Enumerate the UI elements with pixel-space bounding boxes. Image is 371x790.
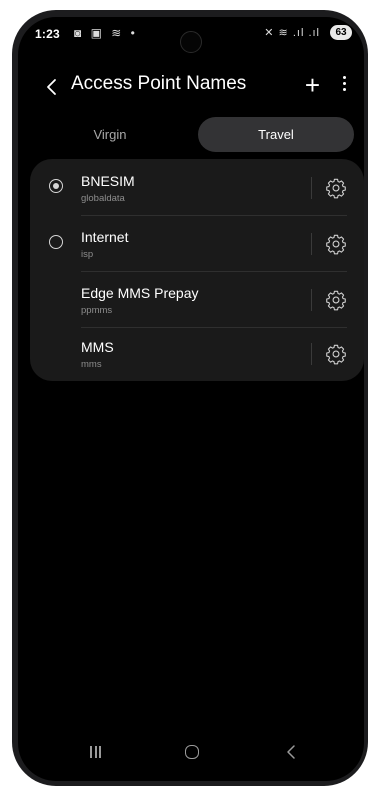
apn-name: MMS	[81, 339, 114, 355]
apn-name: BNESIM	[81, 173, 135, 189]
divider	[311, 233, 312, 255]
apn-value: ppmms	[81, 305, 113, 316]
tab-virgin[interactable]: Virgin	[32, 117, 188, 152]
more-options-icon[interactable]	[340, 73, 348, 97]
front-camera	[180, 31, 202, 53]
home-icon[interactable]	[185, 745, 199, 759]
system-nav-bar	[18, 731, 364, 781]
settings-gear-icon[interactable]	[325, 343, 347, 365]
settings-gear-icon[interactable]	[325, 177, 347, 199]
apn-row-bnesim[interactable]: BNESIM globaldata	[30, 161, 364, 215]
sim-tabs: Virgin Travel	[32, 117, 354, 153]
nav-back-icon[interactable]	[284, 743, 298, 761]
apn-row-edge-mms-prepay[interactable]: Edge MMS Prepay ppmms	[30, 273, 364, 327]
app-bar: Access Point Names +	[18, 67, 364, 107]
divider	[311, 289, 312, 311]
row-divider	[81, 215, 347, 216]
screen: 1:23 ◙ ▣ ≋ • ✕ ≋ .ıl .ıl 63 Access Point…	[18, 17, 364, 781]
apn-value: isp	[81, 249, 94, 260]
row-divider	[81, 271, 347, 272]
battery-icon: 63	[330, 25, 352, 40]
recent-apps-icon[interactable]	[90, 745, 104, 759]
signal-icons: ✕ ≋ .ıl .ıl	[264, 27, 320, 39]
notification-icons: ◙ ▣ ≋ •	[74, 26, 138, 40]
radio-unselected-icon[interactable]	[49, 235, 63, 249]
apn-row-mms[interactable]: MMS mms	[30, 327, 364, 381]
divider	[311, 343, 312, 365]
apn-list: BNESIM globaldata Internet isp Edge MMS …	[30, 159, 364, 381]
radio-selected-icon[interactable]	[49, 179, 63, 193]
apn-name: Edge MMS Prepay	[81, 285, 199, 301]
apn-row-internet[interactable]: Internet isp	[30, 217, 364, 271]
page-title: Access Point Names	[71, 73, 247, 94]
divider	[311, 177, 312, 199]
apn-value: mms	[81, 359, 102, 370]
apn-name: Internet	[81, 229, 129, 245]
settings-gear-icon[interactable]	[325, 289, 347, 311]
tab-travel[interactable]: Travel	[198, 117, 354, 152]
back-arrow-icon[interactable]	[40, 73, 64, 101]
status-time: 1:23	[35, 27, 60, 41]
apn-value: globaldata	[81, 193, 125, 204]
add-icon[interactable]: +	[305, 71, 320, 99]
settings-gear-icon[interactable]	[325, 233, 347, 255]
